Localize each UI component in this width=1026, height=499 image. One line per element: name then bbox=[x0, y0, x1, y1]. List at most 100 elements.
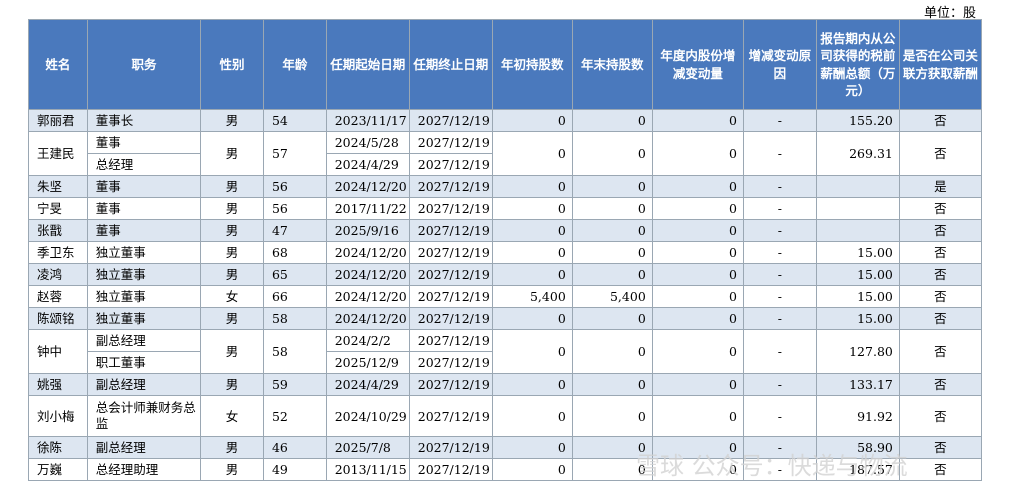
gender-cell: 男 bbox=[200, 458, 264, 481]
age-cell: 52 bbox=[262, 395, 327, 437]
column-header: 任期起始日期 bbox=[325, 19, 410, 110]
age-cell: 59 bbox=[262, 373, 327, 396]
start-date-cell: 2024/12/20 bbox=[325, 241, 410, 264]
change-cell: 0 bbox=[651, 395, 744, 437]
watermark: 雪球 公众号：快递与物流 bbox=[636, 452, 908, 480]
begin-shares-cell: 0 bbox=[491, 436, 573, 459]
begin-shares-cell: 0 bbox=[491, 307, 573, 330]
start-date-cell: 2024/4/29 bbox=[325, 373, 410, 396]
name-cell: 万巍 bbox=[28, 458, 88, 481]
start-date-cell: 2025/12/9 bbox=[325, 351, 410, 374]
table-row: 王建民 董事男 57 2024/5/28 2027/12/19 0 0 0-269.31 否 bbox=[28, 131, 983, 176]
reason-cell: - bbox=[742, 175, 817, 198]
change-cell: 0 bbox=[651, 263, 744, 286]
title-cell: 独立董事 bbox=[86, 307, 202, 330]
start-date-cell: 2024/5/28 bbox=[325, 131, 410, 154]
reason-cell: - bbox=[742, 307, 817, 330]
change-cell: 0 bbox=[651, 131, 744, 176]
end-date-cell: 2027/12/19 bbox=[408, 175, 493, 198]
header-row: 姓名 职务 性别 年龄 任期起始日期 任期终止日期 年初持股数 年末持股数 年度内股份增减变动量… bbox=[28, 19, 983, 110]
column-header: 年初持股数 bbox=[491, 19, 573, 110]
gender-cell: 男 bbox=[200, 436, 264, 459]
age-cell: 56 bbox=[262, 175, 327, 198]
title-cell: 独立董事 bbox=[86, 285, 202, 308]
begin-shares-cell: 0 bbox=[491, 395, 573, 437]
name-cell: 钟中 bbox=[28, 329, 88, 374]
begin-shares-cell: 0 bbox=[491, 197, 573, 220]
end-date-cell: 2027/12/19 bbox=[408, 395, 493, 437]
age-cell: 66 bbox=[262, 285, 327, 308]
name-cell: 姚强 bbox=[28, 373, 88, 396]
end-shares-cell: 0 bbox=[571, 373, 653, 396]
gender-cell: 男 bbox=[200, 109, 264, 132]
begin-shares-cell: 0 bbox=[491, 109, 573, 132]
column-header: 年龄 bbox=[262, 19, 327, 110]
change-cell: 0 bbox=[651, 109, 744, 132]
end-date-cell: 2027/12/19 bbox=[408, 329, 493, 352]
related-pay-cell: 否 bbox=[898, 109, 983, 132]
reason-cell: - bbox=[742, 329, 817, 374]
table-row: 张戬 董事男 47 2025/9/16 2027/12/19 0 0 0- 否 bbox=[28, 219, 983, 242]
column-header: 任期终止日期 bbox=[408, 19, 493, 110]
end-date-cell: 2027/12/19 bbox=[408, 197, 493, 220]
start-date-cell: 2017/11/22 bbox=[325, 197, 410, 220]
age-cell: 46 bbox=[262, 436, 327, 459]
pay-cell: 155.20 bbox=[815, 109, 900, 132]
related-pay-cell: 是 bbox=[898, 175, 983, 198]
name-cell: 季卫东 bbox=[28, 241, 88, 264]
related-pay-cell: 否 bbox=[898, 458, 983, 481]
begin-shares-cell: 0 bbox=[491, 219, 573, 242]
name-cell: 王建民 bbox=[28, 131, 88, 176]
change-cell: 0 bbox=[651, 373, 744, 396]
reason-cell: - bbox=[742, 241, 817, 264]
end-shares-cell: 0 bbox=[571, 241, 653, 264]
pay-cell bbox=[815, 197, 900, 220]
end-shares-cell: 0 bbox=[571, 263, 653, 286]
start-date-cell: 2013/11/15 bbox=[325, 458, 410, 481]
start-date-cell: 2024/12/20 bbox=[325, 263, 410, 286]
pay-cell: 15.00 bbox=[815, 241, 900, 264]
title-cell: 独立董事 bbox=[86, 241, 202, 264]
title-cell: 董事 bbox=[86, 219, 202, 242]
end-date-cell: 2027/12/19 bbox=[408, 241, 493, 264]
end-shares-cell: 0 bbox=[571, 131, 653, 176]
change-cell: 0 bbox=[651, 285, 744, 308]
title-cell: 董事长 bbox=[86, 109, 202, 132]
pay-cell: 127.80 bbox=[815, 329, 900, 374]
change-cell: 0 bbox=[651, 307, 744, 330]
name-cell: 凌鸿 bbox=[28, 263, 88, 286]
related-pay-cell: 否 bbox=[898, 131, 983, 176]
reason-cell: - bbox=[742, 285, 817, 308]
table-row: 凌鸿 独立董事男 65 2024/12/20 2027/12/19 0 0 0-15.00 否 bbox=[28, 263, 983, 286]
end-shares-cell: 0 bbox=[571, 395, 653, 437]
pay-cell: 15.00 bbox=[815, 263, 900, 286]
pay-cell: 15.00 bbox=[815, 307, 900, 330]
column-header: 年度内股份增减变动量 bbox=[651, 19, 744, 110]
gender-cell: 男 bbox=[200, 329, 264, 374]
gender-cell: 男 bbox=[200, 307, 264, 330]
related-pay-cell: 否 bbox=[898, 395, 983, 437]
name-cell: 刘小梅 bbox=[28, 395, 88, 437]
column-header: 姓名 bbox=[28, 19, 88, 110]
end-shares-cell: 0 bbox=[571, 307, 653, 330]
change-cell: 0 bbox=[651, 241, 744, 264]
reason-cell: - bbox=[742, 373, 817, 396]
related-pay-cell: 否 bbox=[898, 373, 983, 396]
table-row: 钟中 副总经理男 58 2024/2/2 2027/12/19 0 0 0-127.80 否 bbox=[28, 329, 983, 374]
end-date-cell: 2027/12/19 bbox=[408, 351, 493, 374]
reason-cell: - bbox=[742, 219, 817, 242]
change-cell: 0 bbox=[651, 329, 744, 374]
begin-shares-cell: 0 bbox=[491, 241, 573, 264]
column-header: 报告期内从公司获得的税前薪酬总额（万元） bbox=[815, 19, 900, 110]
start-date-cell: 2025/7/8 bbox=[325, 436, 410, 459]
title-cell: 副总经理 bbox=[86, 373, 202, 396]
change-cell: 0 bbox=[651, 219, 744, 242]
related-pay-cell: 否 bbox=[898, 219, 983, 242]
name-cell: 徐陈 bbox=[28, 436, 88, 459]
table-row: 季卫东 独立董事男 68 2024/12/20 2027/12/19 0 0 0-15.00 否 bbox=[28, 241, 983, 264]
age-cell: 65 bbox=[262, 263, 327, 286]
begin-shares-cell: 0 bbox=[491, 329, 573, 374]
end-date-cell: 2027/12/19 bbox=[408, 219, 493, 242]
start-date-cell: 2024/2/2 bbox=[325, 329, 410, 352]
change-cell: 0 bbox=[651, 197, 744, 220]
